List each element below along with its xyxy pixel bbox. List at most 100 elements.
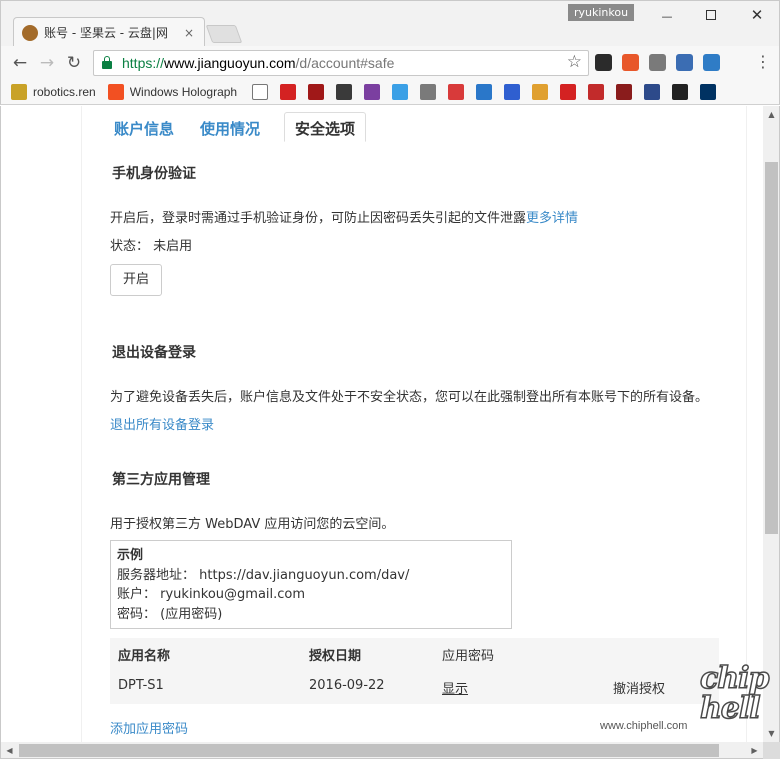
row-app-name: DPT-S1 [118,678,164,693]
address-bar[interactable]: https://www.jianguoyun.com/d/account#saf… [93,50,589,76]
more-details-link[interactable]: 更多详情 [526,211,578,226]
close-icon: ✕ [750,6,764,24]
lock-icon[interactable] [102,56,112,69]
maximize-icon [706,10,716,20]
minimize-icon: — [661,10,673,23]
example-account: 账户： ryukinkou@gmail.com [117,587,306,602]
example-server: 服务器地址： https://dav.jianguoyun.com/dav/ [117,567,410,583]
tab-account-info[interactable]: 账户信息 [112,112,180,142]
browser-toolbar: ← → ↻ https://www.jianguoyun.com/d/accou… [0,46,780,80]
bookmark-item[interactable]: Windows Holograph [107,84,240,100]
example-password: 密码： (应用密码) [117,606,223,622]
third-party-desc: 用于授权第三方 WebDAV 应用访问您的云空间。 [110,517,395,532]
l-icon [559,84,576,100]
header-auth-date: 授权日期 [309,649,362,664]
logout-devices-title: 退出设备登录 [112,345,196,361]
red-circle-icon [279,84,296,100]
apple-icon [419,84,436,100]
vertical-scroll-thumb[interactable] [765,162,778,534]
cal-icon [699,84,716,100]
vertical-scrollbar[interactable]: ▲ ▼ [763,106,780,742]
bookmark-item[interactable] [251,84,268,100]
minimize-window-button[interactable]: — [645,3,689,27]
bone-icon [531,84,548,100]
revoke-link[interactable]: 撤消授权 [613,678,665,697]
swirl-extension-icon[interactable] [676,54,693,71]
mit-icon [615,84,632,100]
apple-red-icon [587,84,604,100]
extension-icons [595,54,720,71]
bookmark-item[interactable] [615,84,632,100]
scroll-left-icon[interactable]: ◀ [1,742,18,759]
scrollbar-corner [763,742,780,759]
jianguoyun-favicon-icon [22,24,38,41]
logout-all-devices-link[interactable]: 退出所有设备登录 [110,414,214,433]
page-viewport: 账户信息 使用情况 安全选项 手机身份验证 开启后，登录时需通过手机验证身份，可… [0,106,763,742]
browser-tab[interactable]: 账号 - 坚果云 - 云盘|网 × [13,17,205,47]
bookmark-item[interactable] [419,84,436,100]
bookmark-label: Windows Holograph [129,85,238,99]
shield-icon [643,84,660,100]
add-app-password-link[interactable]: 添加应用密码 [110,718,188,737]
tab-security[interactable]: 安全选项 [284,112,367,142]
bookmark-item[interactable] [475,84,492,100]
red-extension-icon[interactable] [622,54,639,71]
profile-name-badge[interactable]: ryukinkou [568,4,634,21]
mobile-verify-title: 手机身份验证 [112,166,196,182]
tab-title: 账号 - 坚果云 - 云盘|网 [44,26,168,40]
scroll-up-icon[interactable]: ▲ [763,106,780,123]
bookmark-item[interactable] [531,84,548,100]
bookmark-item[interactable] [447,84,464,100]
logout-devices-desc: 为了避免设备丢失后，账户信息及文件处于不安全状态，您可以在此强制登出所有本账号下… [110,390,709,405]
bookmarks-bar: robotics.ren Windows Holograph [0,80,780,105]
tab-usage[interactable]: 使用情况 [198,112,266,142]
example-title: 示例 [117,548,144,563]
page-icon [251,84,268,100]
bookmark-item[interactable]: robotics.ren [11,84,96,100]
window-titlebar: 账号 - 坚果云 - 云盘|网 × ryukinkou — ✕ [0,0,780,47]
bookmark-item[interactable] [391,84,408,100]
bookmark-item[interactable] [363,84,380,100]
blue-square-extension-icon[interactable] [703,54,720,71]
bookmark-item[interactable] [559,84,576,100]
url-text[interactable]: https://www.jianguoyun.com/d/account#saf… [122,55,394,71]
dice-extension-icon[interactable] [649,54,666,71]
bookmark-item[interactable] [335,84,352,100]
browser-menu-icon[interactable]: ⋮ [755,53,771,71]
reload-icon[interactable]: ↻ [63,52,85,74]
bookmark-star-icon[interactable]: ☆ [567,52,582,72]
show-password-link[interactable]: 显示 [442,678,468,697]
bookmark-item[interactable] [699,84,716,100]
pattern-icon [335,84,352,100]
crest-icon [11,84,27,100]
new-tab-button[interactable] [205,25,243,43]
close-window-button[interactable]: ✕ [735,3,779,27]
row-auth-date: 2016-09-22 [309,678,385,693]
bookmark-item[interactable] [643,84,660,100]
enable-button[interactable]: 开启 [110,264,162,296]
header-app-name: 应用名称 [118,649,171,664]
bookmark-label: robotics.ren [33,85,96,99]
account-panel: 账户信息 使用情况 安全选项 手机身份验证 开启后，登录时需通过手机验证身份，可… [81,106,747,742]
bookmark-item[interactable] [503,84,520,100]
scroll-down-icon[interactable]: ▼ [763,725,780,742]
puzzle-icon [475,84,492,100]
maximize-window-button[interactable] [689,3,733,27]
paw-icon [503,84,520,100]
webdav-example-box: 示例 服务器地址： https://dav.jianguoyun.com/dav… [110,540,512,629]
bookmark-item[interactable] [307,84,324,100]
app-password-table: 应用名称 授权日期 应用密码 DPT-S1 2016-09-22 显示 撤消授权 [110,638,719,704]
bookmark-item[interactable] [279,84,296,100]
camera-extension-icon[interactable] [595,54,612,71]
horizontal-scrollbar[interactable]: ◀ ▶ [0,742,763,759]
forward-arrow-icon[interactable]: → [36,52,58,74]
horizontal-scroll-thumb[interactable] [19,744,719,757]
rainbow-icon [363,84,380,100]
mobile-verify-desc: 开启后，登录时需通过手机验证身份，可防止因密码丢失引起的文件泄露更多详情 [110,211,579,226]
back-arrow-icon[interactable]: ← [9,52,31,74]
scroll-right-icon[interactable]: ▶ [746,742,763,759]
bookmark-item[interactable] [587,84,604,100]
status-value: 未启用 [153,239,193,254]
bookmark-item[interactable] [671,84,688,100]
tab-close-icon[interactable]: × [182,26,196,40]
